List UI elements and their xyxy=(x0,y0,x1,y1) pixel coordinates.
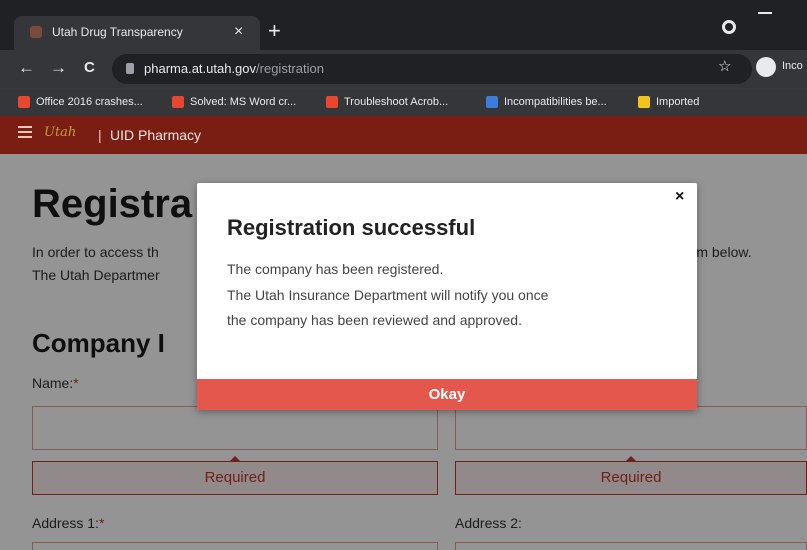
tab-close-icon[interactable]: × xyxy=(234,22,243,42)
site-header: Utah | UID Pharmacy xyxy=(0,116,807,154)
utah-logo[interactable]: Utah xyxy=(44,125,84,145)
folder-icon xyxy=(638,96,650,108)
incognito-icon[interactable] xyxy=(756,57,776,77)
bookmark-label: Imported xyxy=(656,96,700,108)
back-icon[interactable]: ← xyxy=(18,58,35,78)
bookmark-label: Solved: MS Word cr... xyxy=(190,96,297,108)
bookmark-star-icon[interactable]: ☆ xyxy=(718,57,731,75)
dialog-message-line2: The Utah Insurance Department will notif… xyxy=(227,287,549,303)
okay-button[interactable]: Okay xyxy=(197,379,697,410)
dialog-title: Registration successful xyxy=(227,215,476,240)
site-favicon-icon xyxy=(30,26,42,38)
bookmark-label: Incompatibilities be... xyxy=(504,96,607,108)
close-icon[interactable]: × xyxy=(675,188,684,206)
office-icon xyxy=(172,96,184,108)
browser-tab-bar: Utah Drug Transparency × + xyxy=(0,0,807,50)
forward-icon[interactable]: → xyxy=(50,58,67,78)
header-separator: | xyxy=(98,127,102,143)
bookmark-item[interactable]: Solved: MS Word cr... xyxy=(172,96,296,108)
lock-icon[interactable] xyxy=(126,63,134,74)
bookmarks-bar: Office 2016 crashes... Solved: MS Word c… xyxy=(0,88,807,116)
dialog-message-line1: The company has been registered. xyxy=(227,261,444,277)
tab-search-icon[interactable] xyxy=(722,20,736,34)
bookmark-item[interactable]: Troubleshoot Acrob... xyxy=(326,96,448,108)
browser-toolbar: ← → C pharma.at.utah.gov/registration ☆ … xyxy=(0,50,807,88)
bookmark-item[interactable]: Imported xyxy=(638,96,699,108)
bookmark-item[interactable]: Incompatibilities be... xyxy=(486,96,607,108)
url-text[interactable]: pharma.at.utah.gov/registration xyxy=(144,61,324,76)
dialog-message-line3: the company has been reviewed and approv… xyxy=(227,312,522,328)
url-host: pharma.at.utah.gov xyxy=(144,61,257,76)
new-tab-icon[interactable]: + xyxy=(268,18,281,44)
bookmark-label: Troubleshoot Acrob... xyxy=(344,96,449,108)
site-title[interactable]: UID Pharmacy xyxy=(110,127,201,143)
tab-title: Utah Drug Transparency xyxy=(52,25,183,39)
windows-icon xyxy=(486,96,498,108)
registration-success-dialog: × Registration successful The company ha… xyxy=(197,183,697,410)
bookmark-label: Office 2016 crashes... xyxy=(36,96,143,108)
reload-icon[interactable]: C xyxy=(84,58,95,78)
menu-icon[interactable] xyxy=(18,126,32,142)
url-path: /registration xyxy=(256,61,324,76)
acrobat-icon xyxy=(326,96,338,108)
browser-tab[interactable]: Utah Drug Transparency × xyxy=(14,16,260,50)
minimize-icon[interactable] xyxy=(758,12,772,14)
address-bar[interactable]: pharma.at.utah.gov/registration xyxy=(112,54,752,84)
bookmark-item[interactable]: Office 2016 crashes... xyxy=(18,96,143,108)
profile-label[interactable]: Inco xyxy=(782,60,803,72)
office-icon xyxy=(18,96,30,108)
